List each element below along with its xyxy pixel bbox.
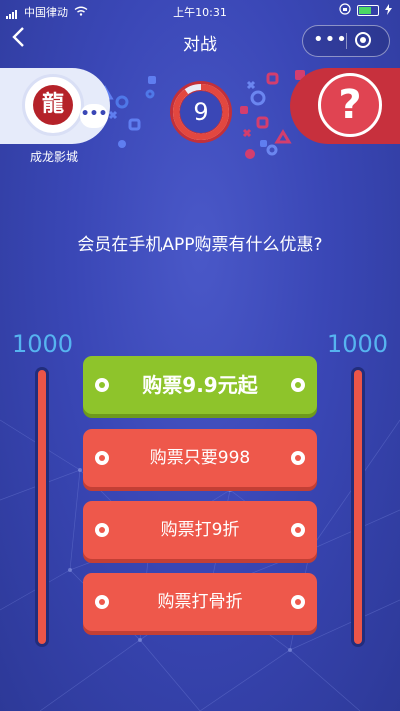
player-health-fill <box>38 370 46 644</box>
player-name: 成龙影城 <box>29 150 78 164</box>
answer-option-label: 购票9.9元起 <box>142 373 258 397</box>
player-avatar <box>22 74 84 136</box>
countdown-timer: 9 <box>167 78 235 146</box>
answer-option-1[interactable]: 购票9.9元起 <box>83 356 317 414</box>
battery-icon <box>357 5 379 16</box>
opponent-score: 1000 <box>326 330 388 358</box>
rotation-lock-icon <box>339 3 351 18</box>
answer-option-4[interactable]: 购票打骨折 <box>83 573 317 631</box>
bullet-icon <box>291 451 305 465</box>
bullet-icon <box>291 523 305 537</box>
opponent-health-fill <box>354 370 362 644</box>
bullet-icon <box>291 378 305 392</box>
answer-option-2[interactable]: 购票只要998 <box>83 429 317 487</box>
more-icon[interactable]: ••• <box>313 26 347 56</box>
opponent-avatar: ? <box>318 73 382 137</box>
status-bar: 中国律动 上午10:31 <box>0 0 400 22</box>
nav-bar: 对战 ••• <box>0 22 400 60</box>
opponent-health-bar <box>351 367 365 647</box>
chat-bubble-icon[interactable]: ••• <box>80 104 108 128</box>
answer-option-3[interactable]: 购票打9折 <box>83 501 317 559</box>
answer-option-label: 购票打骨折 <box>157 592 243 612</box>
question-mark-icon: ? <box>338 82 362 128</box>
player-health-bar <box>35 367 49 647</box>
dragon-logo <box>33 85 73 125</box>
countdown-value: 9 <box>193 98 209 126</box>
answer-option-label: 购票只要998 <box>149 448 251 468</box>
close-miniprogram-icon[interactable] <box>355 32 371 48</box>
miniprogram-capsule: ••• <box>302 25 390 57</box>
player-score: 1000 <box>12 330 74 358</box>
question-text: 会员在手机APP购票有什么优惠? <box>77 235 323 255</box>
charging-icon <box>385 3 392 18</box>
bullet-icon <box>291 595 305 609</box>
answer-option-label: 购票打9折 <box>160 520 240 540</box>
